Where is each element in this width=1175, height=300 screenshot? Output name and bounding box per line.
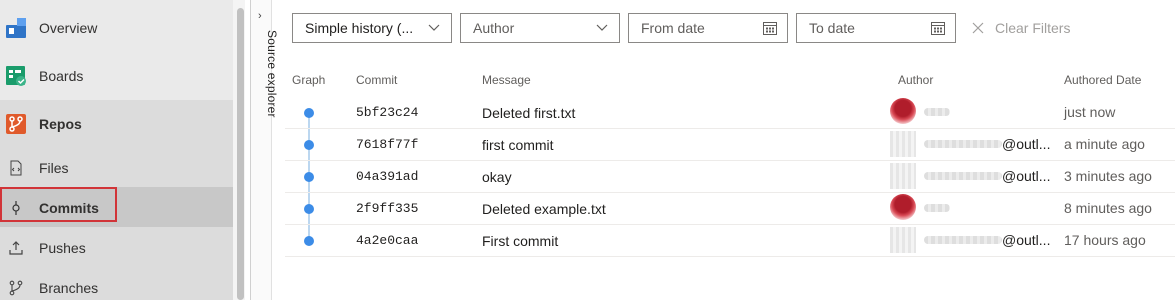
author-email-suffix: @outl... (1002, 232, 1051, 248)
commit-id-link[interactable]: 4a2e0caa (356, 233, 418, 248)
source-explorer-rail[interactable]: › Source explorer (250, 0, 279, 300)
commit-graph-dot (304, 172, 314, 182)
commit-id-link[interactable]: 2f9ff335 (356, 201, 418, 216)
commit-id-link[interactable]: 5bf23c24 (356, 105, 418, 120)
table-row[interactable] (285, 96, 1175, 129)
avatar (890, 194, 916, 220)
commit-message: Deleted example.txt (482, 201, 606, 217)
commit-message: okay (482, 169, 512, 185)
repos-icon (6, 114, 26, 134)
nav-item-files[interactable]: Files (0, 158, 233, 178)
avatar (890, 163, 916, 189)
author-name-redacted (924, 236, 1002, 244)
nav-scrollbar-thumb[interactable] (237, 8, 244, 300)
calendar-icon[interactable] (931, 21, 945, 35)
authored-date: 3 minutes ago (1064, 168, 1152, 184)
author-email-suffix: @outl... (1002, 136, 1051, 152)
column-header-author: Author (898, 73, 934, 87)
author-email-suffix: @outl... (1002, 168, 1051, 184)
nav-item-branches[interactable]: Branches (0, 278, 233, 298)
table-row[interactable] (285, 192, 1175, 225)
author-name-redacted (924, 204, 950, 212)
author-name-redacted (924, 108, 950, 116)
nav-item-boards[interactable]: Boards (0, 65, 233, 87)
commit-graph-dot (304, 108, 314, 118)
nav-item-repos[interactable]: Repos (0, 113, 233, 135)
commits-highlight-box (0, 187, 117, 222)
commit-message: Deleted first.txt (482, 105, 576, 121)
avatar (890, 227, 916, 253)
history-mode-dropdown[interactable]: Simple history (... (292, 13, 452, 43)
close-icon (972, 22, 984, 34)
chevron-right-icon[interactable]: › (258, 10, 262, 22)
commit-message: First commit (482, 233, 559, 249)
column-header-commit: Commit (356, 73, 398, 87)
files-icon (10, 160, 22, 176)
authored-date: 8 minutes ago (1064, 200, 1152, 216)
commit-graph-dot (304, 140, 314, 150)
nav-item-pushes[interactable]: Pushes (0, 238, 233, 258)
clear-filters-button[interactable]: Clear Filters (972, 20, 1070, 36)
authored-date: a minute ago (1064, 136, 1145, 152)
author-filter-dropdown[interactable]: Author (460, 13, 620, 43)
boards-icon (6, 66, 26, 86)
commit-message: first commit (482, 137, 554, 153)
calendar-icon[interactable] (763, 21, 777, 35)
source-explorer-label[interactable]: Source explorer (265, 30, 279, 118)
avatar (890, 131, 916, 157)
column-header-authored-date: Authored Date (1064, 73, 1142, 87)
column-header-message: Message (482, 73, 531, 87)
chevron-down-icon (596, 24, 608, 31)
commit-id-link[interactable]: 7618f77f (356, 137, 418, 152)
left-navigation: Overview Boards Repos Files Commits Push… (0, 0, 233, 300)
avatar (890, 98, 916, 124)
pushes-icon (9, 241, 23, 255)
commit-graph-dot (304, 236, 314, 246)
commit-id-link[interactable]: 04a391ad (356, 169, 418, 184)
from-date-field[interactable]: From date (628, 13, 788, 43)
to-date-field[interactable]: To date (796, 13, 956, 43)
authored-date: 17 hours ago (1064, 232, 1146, 248)
chevron-down-icon (428, 24, 440, 31)
author-name-redacted (924, 140, 1002, 148)
branches-icon (9, 280, 23, 296)
overview-icon (6, 18, 26, 38)
author-name-redacted (924, 172, 1002, 180)
authored-date: just now (1064, 104, 1116, 120)
commit-graph-dot (304, 204, 314, 214)
column-header-graph: Graph (292, 73, 326, 87)
nav-item-overview[interactable]: Overview (0, 17, 233, 39)
